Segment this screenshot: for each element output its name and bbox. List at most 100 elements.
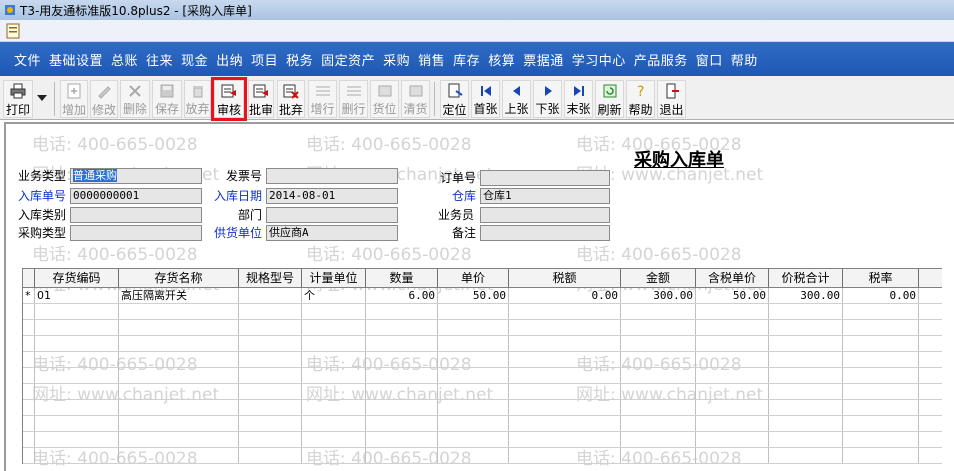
grid-cell-empty[interactable] [239, 400, 302, 415]
grid-cell-empty[interactable] [302, 432, 366, 447]
col-header[interactable]: 计量单位 [302, 269, 366, 287]
grid-cell-empty[interactable] [509, 384, 621, 399]
grid-cell-empty[interactable] [23, 352, 35, 367]
grid-cell-empty[interactable] [843, 400, 919, 415]
cell-spec[interactable] [239, 288, 302, 303]
first-button[interactable]: 首张 [471, 80, 500, 118]
grid-cell-empty[interactable] [239, 416, 302, 431]
table-row-empty[interactable] [23, 336, 942, 352]
locate-button[interactable]: 定位 [440, 80, 469, 118]
warehouse-field[interactable]: 仓库1 [480, 188, 610, 204]
grid-cell-empty[interactable] [696, 416, 769, 431]
cell-total[interactable]: 300.00 [769, 288, 843, 303]
grid-cell-empty[interactable] [509, 336, 621, 351]
col-header[interactable]: 数量 [366, 269, 438, 287]
last-button[interactable]: 末张 [564, 80, 593, 118]
grid-cell-empty[interactable] [843, 384, 919, 399]
grid-cell-empty[interactable] [119, 320, 239, 335]
grid-cell-empty[interactable] [769, 400, 843, 415]
grid-cell-empty[interactable] [366, 352, 438, 367]
grid-cell-empty[interactable] [23, 432, 35, 447]
table-row-empty[interactable] [23, 448, 942, 464]
grid-cell-empty[interactable] [119, 304, 239, 319]
grid-cell-empty[interactable] [509, 368, 621, 383]
grid-cell-empty[interactable] [119, 416, 239, 431]
grid-cell-empty[interactable] [769, 320, 843, 335]
grid-cell-empty[interactable] [438, 416, 509, 431]
grid-cell-empty[interactable] [35, 448, 119, 463]
grid-cell-empty[interactable] [366, 320, 438, 335]
grid-cell-empty[interactable] [239, 320, 302, 335]
grid-cell-empty[interactable] [35, 432, 119, 447]
grid-cell-empty[interactable] [769, 368, 843, 383]
invoice-no-field[interactable] [266, 168, 398, 184]
grid-cell-empty[interactable] [621, 416, 696, 431]
grid-cell-empty[interactable] [696, 304, 769, 319]
col-header[interactable]: 金额 [621, 269, 696, 287]
grid-cell-empty[interactable] [366, 416, 438, 431]
grid-cell-empty[interactable] [509, 304, 621, 319]
menu-transactions[interactable]: 往来 [146, 50, 173, 69]
grid-cell-empty[interactable] [302, 304, 366, 319]
grid-cell-empty[interactable] [119, 368, 239, 383]
cell-rate[interactable]: 0.00 [843, 288, 919, 303]
grid-cell-empty[interactable] [23, 416, 35, 431]
exit-button[interactable]: 退出 [657, 80, 686, 118]
cell-price[interactable]: 50.00 [438, 288, 509, 303]
grid-cell-empty[interactable] [35, 336, 119, 351]
table-row-empty[interactable] [23, 368, 942, 384]
grid-cell-empty[interactable] [366, 448, 438, 463]
add-button[interactable]: 增加 [60, 80, 88, 118]
cell-code[interactable]: 01 [35, 288, 119, 303]
grid-cell-empty[interactable] [302, 352, 366, 367]
menu-cash[interactable]: 现金 [181, 50, 208, 69]
col-header[interactable]: 税额 [509, 269, 621, 287]
staff-field[interactable] [480, 207, 610, 223]
grid-cell-empty[interactable] [438, 368, 509, 383]
refresh-button[interactable]: 刷新 [595, 80, 624, 118]
entry-no-field[interactable]: 0000000001 [70, 188, 202, 204]
supplier-field[interactable]: 供应商A [266, 225, 398, 241]
grid-cell-empty[interactable] [769, 352, 843, 367]
grid-cell-empty[interactable] [35, 384, 119, 399]
grid-cell-empty[interactable] [509, 416, 621, 431]
grid-cell-empty[interactable] [621, 448, 696, 463]
grid-cell-empty[interactable] [696, 400, 769, 415]
discard-button[interactable]: 放弃 [184, 80, 211, 118]
grid-cell-empty[interactable] [23, 368, 35, 383]
menu-costing[interactable]: 核算 [488, 50, 515, 69]
col-header[interactable]: 含税单价 [696, 269, 769, 287]
grid-cell-empty[interactable] [843, 448, 919, 463]
grid-cell-empty[interactable] [696, 448, 769, 463]
help-button[interactable]: ? 帮助 [626, 80, 655, 118]
grid-cell-empty[interactable] [621, 432, 696, 447]
department-field[interactable] [266, 207, 398, 223]
grid-cell-empty[interactable] [843, 336, 919, 351]
grid-cell-empty[interactable] [438, 304, 509, 319]
menu-learning[interactable]: 学习中心 [572, 50, 626, 69]
menu-purchase[interactable]: 采购 [383, 50, 410, 69]
prev-button[interactable]: 上张 [502, 80, 531, 118]
audit-button[interactable]: 审核 [211, 77, 247, 121]
col-header[interactable]: 价税合计 [769, 269, 843, 287]
grid-cell-empty[interactable] [35, 352, 119, 367]
order-no-field[interactable] [480, 170, 610, 186]
cell-tax[interactable]: 0.00 [509, 288, 621, 303]
grid-cell-empty[interactable] [621, 336, 696, 351]
grid-cell-empty[interactable] [35, 400, 119, 415]
entry-category-field[interactable] [70, 207, 202, 223]
grid-cell-empty[interactable] [621, 368, 696, 383]
cell-unit[interactable]: 个 [302, 288, 366, 303]
menu-window[interactable]: 窗口 [696, 50, 723, 69]
grid-cell-empty[interactable] [366, 400, 438, 415]
batch-discard-button[interactable]: 批弃 [277, 80, 305, 118]
delete-button[interactable]: 删除 [120, 80, 150, 118]
col-header[interactable]: 规格型号 [239, 269, 302, 287]
grid-cell-empty[interactable] [621, 320, 696, 335]
grid-cell-empty[interactable] [438, 352, 509, 367]
grid-cell-empty[interactable] [696, 432, 769, 447]
grid-cell-empty[interactable] [23, 400, 35, 415]
clear-goods-button[interactable]: 清货 [401, 80, 430, 118]
grid-cell-empty[interactable] [843, 416, 919, 431]
grid-cell-empty[interactable] [23, 320, 35, 335]
